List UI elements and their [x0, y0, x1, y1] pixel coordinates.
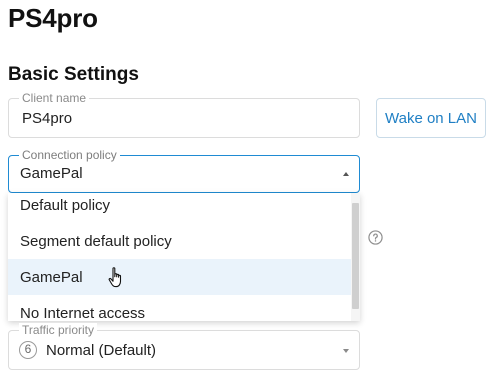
dropdown-scrollbar-track[interactable]	[351, 193, 360, 321]
priority-badge: 6	[19, 341, 37, 359]
traffic-priority-select[interactable]: Traffic priority 6 Normal (Default)	[8, 323, 360, 370]
client-name-label: Client name	[19, 91, 90, 105]
option-gamepal[interactable]: GamePal	[8, 259, 351, 295]
option-default-policy[interactable]: Default policy	[8, 193, 351, 223]
connection-policy-select[interactable]: Connection policy GamePal	[8, 148, 360, 193]
client-name-field[interactable]: Client name PS4pro	[8, 91, 360, 138]
caret-down-icon	[343, 349, 349, 353]
option-segment-default-policy[interactable]: Segment default policy	[8, 223, 351, 259]
section-heading: Basic Settings	[8, 64, 139, 85]
wake-on-lan-button[interactable]: Wake on LAN	[376, 98, 486, 138]
traffic-priority-label: Traffic priority	[19, 323, 98, 337]
client-name-value: PS4pro	[22, 110, 73, 127]
page-title: PS4pro	[8, 3, 98, 33]
connection-policy-dropdown[interactable]: Default policy Segment default policy Ga…	[8, 193, 360, 321]
traffic-priority-value: Normal (Default)	[46, 342, 157, 359]
help-circle-icon[interactable]	[368, 230, 383, 245]
hand-pointer-cursor-icon	[108, 267, 122, 288]
connection-policy-value: GamePal	[20, 165, 83, 182]
dropdown-scrollbar-thumb[interactable]	[352, 203, 359, 309]
caret-up-icon	[343, 172, 349, 176]
connection-policy-label: Connection policy	[19, 148, 120, 162]
option-no-internet-access[interactable]: No Internet access	[8, 295, 351, 322]
